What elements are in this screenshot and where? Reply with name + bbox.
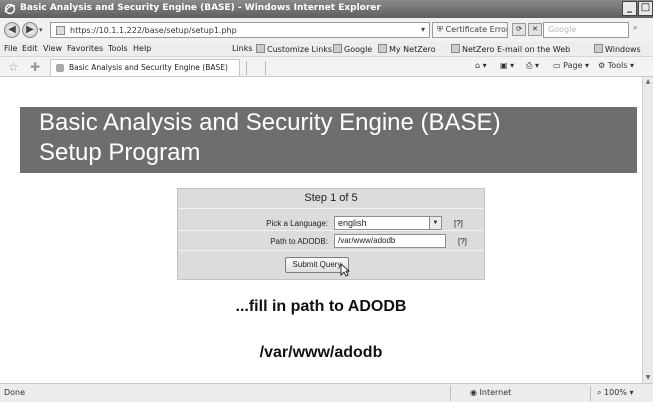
page-menu-label: Page (563, 61, 583, 70)
adodb-path-note: /var/www/adodb (259, 344, 383, 361)
page-menu-button[interactable]: ▭ Page ▾ (553, 61, 589, 70)
address-url: https://10.1.1.222/base/setup/setup1.php (70, 26, 237, 35)
address-dropdown-icon[interactable]: ▾ (421, 25, 425, 34)
link-netzero-email-label: NetZero E-mail on the Web (462, 45, 571, 54)
status-text: Done (4, 388, 26, 397)
print-icon[interactable]: ⎙ ▾ (526, 61, 539, 71)
adodb-help-link[interactable]: [?] (458, 237, 467, 246)
tools-menu-button[interactable]: ⚙ Tools ▾ (598, 61, 634, 70)
window-title-bar: Basic Analysis and Security Engine (BASE… (0, 0, 653, 18)
gear-icon: ⚙ (598, 61, 608, 70)
menu-view[interactable]: View (43, 44, 62, 53)
address-bar[interactable]: https://10.1.1.222/base/setup/setup1.php… (50, 22, 430, 38)
certificate-error-button[interactable]: ⛨ Certificate Error (432, 22, 508, 38)
minimize-button[interactable]: _ (622, 1, 637, 16)
menu-edit[interactable]: Edit (22, 44, 38, 53)
forward-arrow-icon: ▶ (26, 24, 34, 35)
add-favorites-icon[interactable]: ✚ (30, 60, 40, 74)
adodb-path-input[interactable]: /var/www/adodb (334, 234, 446, 248)
netzero-icon (451, 44, 460, 53)
step-header: Step 1 of 5 (178, 189, 484, 209)
tab-base[interactable]: Basic Analysis and Security Engine (BASE… (50, 59, 240, 76)
page-icon: ▭ (553, 61, 564, 70)
link-google-label: Google (344, 45, 373, 54)
page-title: Basic Analysis and Security Engine (BASE… (39, 109, 501, 136)
search-icon[interactable]: ⌕ (633, 23, 653, 36)
certificate-error-label: Certificate Error (445, 25, 508, 34)
new-tab-button[interactable] (246, 61, 266, 75)
shield-icon: ⛨ (437, 25, 443, 34)
language-select[interactable]: english ▼ (334, 216, 442, 230)
status-bar: Done ◉ Internet ⌕ 100% ▾ (0, 383, 653, 402)
menu-help[interactable]: Help (133, 44, 151, 53)
stop-button[interactable]: ✕ (528, 23, 542, 36)
back-button[interactable]: ◀ (4, 22, 20, 38)
tab-bar: ☆ ✚ Basic Analysis and Security Engine (… (0, 57, 653, 77)
language-help-link[interactable]: [?] (454, 219, 463, 228)
security-zone-label: Internet (479, 388, 512, 397)
status-divider (590, 386, 591, 401)
ie-page-icon (256, 44, 265, 53)
row-divider (178, 250, 484, 251)
page-icon (56, 26, 65, 35)
security-zone: ◉ Internet (470, 388, 511, 397)
language-label: Pick a Language: (266, 219, 328, 228)
mouse-cursor-icon (340, 263, 350, 277)
search-input[interactable]: Google (543, 22, 629, 38)
page-subtitle: Setup Program (39, 139, 201, 166)
google-icon (333, 44, 342, 53)
menu-bar: File Edit View Favorites Tools Help Link… (0, 42, 653, 57)
forward-button[interactable]: ▶ (22, 22, 38, 38)
zoom-level-value: 100% (604, 388, 627, 397)
scroll-down-icon[interactable]: ▼ (643, 373, 653, 383)
netzero-icon (378, 44, 387, 53)
row-divider (178, 230, 484, 231)
stop-icon: ✕ (532, 25, 538, 33)
instruction-text: ...fill in path to ADODB (235, 298, 407, 315)
scroll-up-icon[interactable]: ▲ (643, 77, 653, 87)
adodb-path-label: Path to ADODB: (270, 237, 328, 246)
ie-logo-icon (4, 3, 16, 15)
header-banner: Basic Analysis and Security Engine (BASE… (20, 107, 637, 173)
language-select-value: english (338, 218, 367, 228)
link-customize-links-label: Customize Links (267, 45, 333, 54)
favorites-star-icon[interactable]: ☆ (8, 60, 19, 74)
refresh-icon: ⟳ (516, 25, 522, 33)
vertical-scrollbar[interactable]: ▲ ▼ (642, 77, 653, 383)
link-google[interactable]: Google (333, 44, 372, 54)
menu-file[interactable]: File (4, 44, 17, 53)
address-toolbar: ◀ ▶ ▾ https://10.1.1.222/base/setup/setu… (0, 18, 653, 42)
zoom-level[interactable]: ⌕ 100% ▾ (597, 388, 633, 398)
menu-favorites[interactable]: Favorites (67, 44, 103, 53)
feeds-icon[interactable]: ▣ ▾ (500, 61, 514, 70)
link-netzero-email[interactable]: NetZero E-mail on the Web (451, 44, 570, 54)
link-my-netzero[interactable]: My NetZero (378, 44, 436, 54)
link-windows[interactable]: Windows (594, 44, 641, 54)
link-customize-links[interactable]: Customize Links (256, 44, 332, 54)
globe-icon: ◉ (470, 388, 480, 397)
home-icon[interactable]: ⌂ ▾ (475, 61, 487, 70)
ie-page-icon (594, 44, 603, 53)
back-arrow-icon: ◀ (8, 24, 16, 35)
window-title: Basic Analysis and Security Engine (BASE… (20, 3, 381, 13)
status-divider (450, 386, 451, 401)
link-my-netzero-label: My NetZero (389, 45, 436, 54)
refresh-button[interactable]: ⟳ (512, 23, 526, 36)
search-placeholder: Google (548, 25, 577, 34)
links-label: Links (232, 44, 253, 53)
menu-tools[interactable]: Tools (108, 44, 128, 53)
maximize-button[interactable]: □ (638, 1, 653, 16)
page-content: Basic Analysis and Security Engine (BASE… (0, 77, 642, 383)
tools-menu-label: Tools (607, 61, 628, 70)
chevron-down-icon: ▼ (429, 217, 441, 229)
tab-label: Basic Analysis and Security Engine (BASE… (69, 63, 228, 72)
setup-form: Step 1 of 5 Pick a Language: english ▼ [… (177, 188, 485, 280)
link-windows-label: Windows (605, 45, 641, 54)
step-indicator: Step 1 of 5 (304, 192, 358, 204)
zoom-icon: ⌕ (597, 388, 605, 397)
page-icon (56, 64, 64, 72)
history-dropdown-icon[interactable]: ▾ (39, 26, 43, 34)
